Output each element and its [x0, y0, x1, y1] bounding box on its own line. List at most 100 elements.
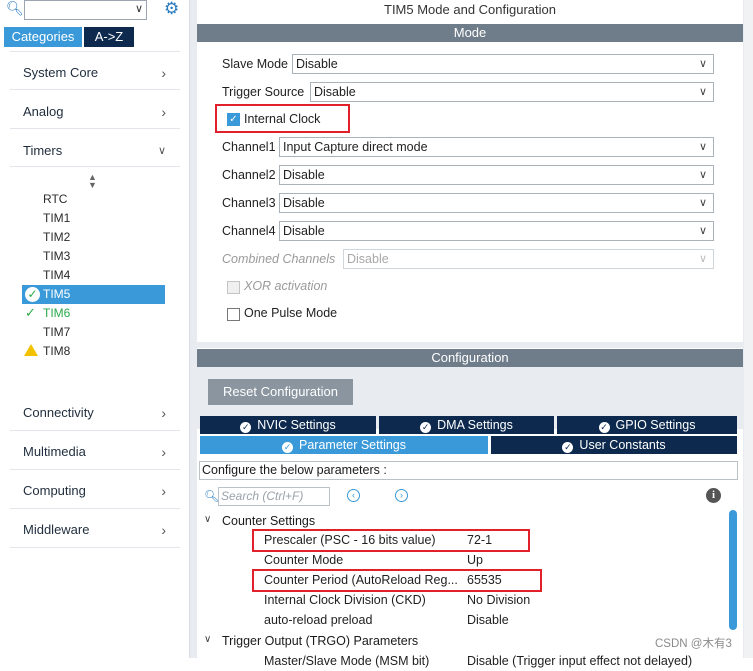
timer-label: TIM5: [43, 287, 71, 301]
select-value: Disable: [283, 224, 325, 238]
param-name: Master/Slave Mode (MSM bit): [264, 654, 430, 668]
chevron-down-icon[interactable]: ∨: [204, 634, 211, 645]
nav-timers[interactable]: Timers ∨: [10, 138, 180, 164]
divider: [10, 547, 180, 548]
tab-gpio-settings[interactable]: ✓ GPIO Settings: [557, 416, 737, 434]
divider: [10, 166, 180, 167]
nav-label: Middleware: [23, 522, 90, 537]
chevron-down-icon: ∨: [698, 86, 707, 98]
chevron-right-icon: ›: [161, 104, 166, 120]
select-value: Disable: [283, 196, 325, 210]
chevron-down-icon[interactable]: ∨: [204, 514, 211, 525]
search-icon: 🔍︎: [6, 0, 24, 16]
xor-label: XOR activation: [244, 279, 328, 293]
gear-icon[interactable]: ⚙: [164, 0, 179, 19]
param-value[interactable]: 72-1: [467, 530, 492, 550]
nav-middleware[interactable]: Middleware ›: [10, 517, 180, 543]
check-circle-icon: ✓: [282, 442, 293, 453]
select-value: Disable: [283, 168, 325, 182]
nav-system-core[interactable]: System Core ›: [10, 60, 180, 86]
divider: [10, 508, 180, 509]
chevron-down-icon: ∨: [698, 197, 707, 209]
slave-mode-select[interactable]: Disable ∨: [292, 54, 714, 74]
select-value: Disable: [347, 252, 389, 266]
tab-parameter-settings[interactable]: ✓ Parameter Settings: [200, 436, 488, 454]
tab-label: NVIC Settings: [257, 418, 336, 432]
trigger-source-select[interactable]: Disable ∨: [310, 82, 714, 102]
divider: [10, 128, 180, 129]
tab-nvic-settings[interactable]: ✓ NVIC Settings: [200, 416, 376, 434]
chevron-right-icon: ›: [161, 483, 166, 499]
channel3-select[interactable]: Disable ∨: [279, 193, 714, 213]
nav-label: System Core: [23, 65, 99, 80]
nav-multimedia[interactable]: Multimedia ›: [10, 439, 180, 465]
select-value: Disable: [296, 57, 338, 71]
nav-analog[interactable]: Analog ›: [10, 99, 180, 125]
next-result-icon[interactable]: ›: [395, 489, 408, 502]
nav-label: Multimedia: [23, 444, 86, 459]
counter-settings-group[interactable]: Counter Settings: [222, 512, 315, 530]
category-search-input[interactable]: ∨: [24, 0, 147, 20]
parameters-scrollbar[interactable]: [729, 510, 737, 630]
param-value[interactable]: Disable: [467, 610, 509, 630]
mode-header: Mode: [197, 24, 743, 42]
one-pulse-checkbox[interactable]: [227, 308, 240, 321]
chevron-down-icon: ∨: [157, 145, 166, 157]
tab-user-constants[interactable]: ✓ User Constants: [491, 436, 737, 454]
chevron-down-icon: ∨: [698, 253, 707, 265]
timer-tim3[interactable]: TIM3: [43, 247, 70, 265]
timer-tim5-selected[interactable]: ✓ TIM5: [22, 285, 165, 304]
one-pulse-label: One Pulse Mode: [244, 306, 338, 320]
combined-channels-label: Combined Channels: [222, 252, 336, 266]
tab-categories[interactable]: Categories: [4, 27, 82, 47]
nav-connectivity[interactable]: Connectivity ›: [10, 400, 180, 426]
check-circle-icon: ✓: [420, 422, 432, 433]
parameter-search-input[interactable]: Search (Ctrl+F): [218, 487, 330, 506]
chevron-down-icon[interactable]: ∨: [135, 2, 143, 15]
slave-mode-label: Slave Mode: [222, 57, 289, 71]
internal-clock-checkbox[interactable]: ✓: [227, 113, 240, 126]
chevron-right-icon: ›: [161, 522, 166, 538]
nav-label: Analog: [23, 104, 64, 119]
xor-checkbox: [227, 281, 240, 294]
check-circle-icon: ✓: [562, 442, 574, 453]
nav-label: Timers: [23, 143, 63, 158]
channel3-label: Channel3: [222, 196, 276, 210]
sort-icon[interactable]: ▲ ▼: [88, 173, 97, 190]
page-scrollbar-track[interactable]: [744, 0, 753, 658]
instruction-text: Configure the below parameters :: [199, 461, 738, 480]
channel1-select[interactable]: Input Capture direct mode ∨: [279, 137, 714, 157]
left-sidebar: 🔍︎ ∨ ⚙ Categories A->Z System Core › Anal…: [0, 0, 190, 658]
previous-result-icon[interactable]: ‹: [347, 489, 360, 502]
channel2-label: Channel2: [222, 168, 276, 182]
timer-tim6[interactable]: TIM6: [43, 304, 70, 322]
timer-rtc[interactable]: RTC: [43, 190, 67, 208]
nav-label: Connectivity: [23, 405, 94, 420]
chevron-right-icon: ›: [161, 444, 166, 460]
timer-tim4[interactable]: TIM4: [43, 266, 70, 284]
timer-tim1[interactable]: TIM1: [43, 209, 70, 227]
param-value[interactable]: 65535: [467, 570, 502, 590]
configuration-header: Configuration: [197, 349, 743, 367]
tab-label: Parameter Settings: [299, 438, 406, 452]
param-value[interactable]: Disable (Trigger input effect not delaye…: [467, 651, 737, 671]
timer-tim7[interactable]: TIM7: [43, 323, 70, 341]
channel2-select[interactable]: Disable ∨: [279, 165, 714, 185]
info-icon[interactable]: i: [706, 488, 721, 503]
check-icon: ✓: [25, 305, 36, 320]
nav-label: Computing: [23, 483, 86, 498]
timer-tim8[interactable]: TIM8: [43, 342, 70, 360]
tab-dma-settings[interactable]: ✓ DMA Settings: [379, 416, 554, 434]
param-value[interactable]: Up: [467, 550, 483, 570]
channel4-select[interactable]: Disable ∨: [279, 221, 714, 241]
chevron-down-icon: ∨: [698, 58, 707, 70]
reset-configuration-button[interactable]: Reset Configuration: [208, 379, 353, 405]
tab-label: GPIO Settings: [615, 418, 696, 432]
param-value[interactable]: No Division: [467, 590, 530, 610]
check-circle-icon: ✓: [598, 422, 610, 433]
trgo-parameters-group[interactable]: Trigger Output (TRGO) Parameters: [222, 632, 418, 650]
chevron-right-icon: ›: [161, 405, 166, 421]
tab-a-z[interactable]: A->Z: [84, 27, 134, 47]
timer-tim2[interactable]: TIM2: [43, 228, 70, 246]
nav-computing[interactable]: Computing ›: [10, 478, 180, 504]
